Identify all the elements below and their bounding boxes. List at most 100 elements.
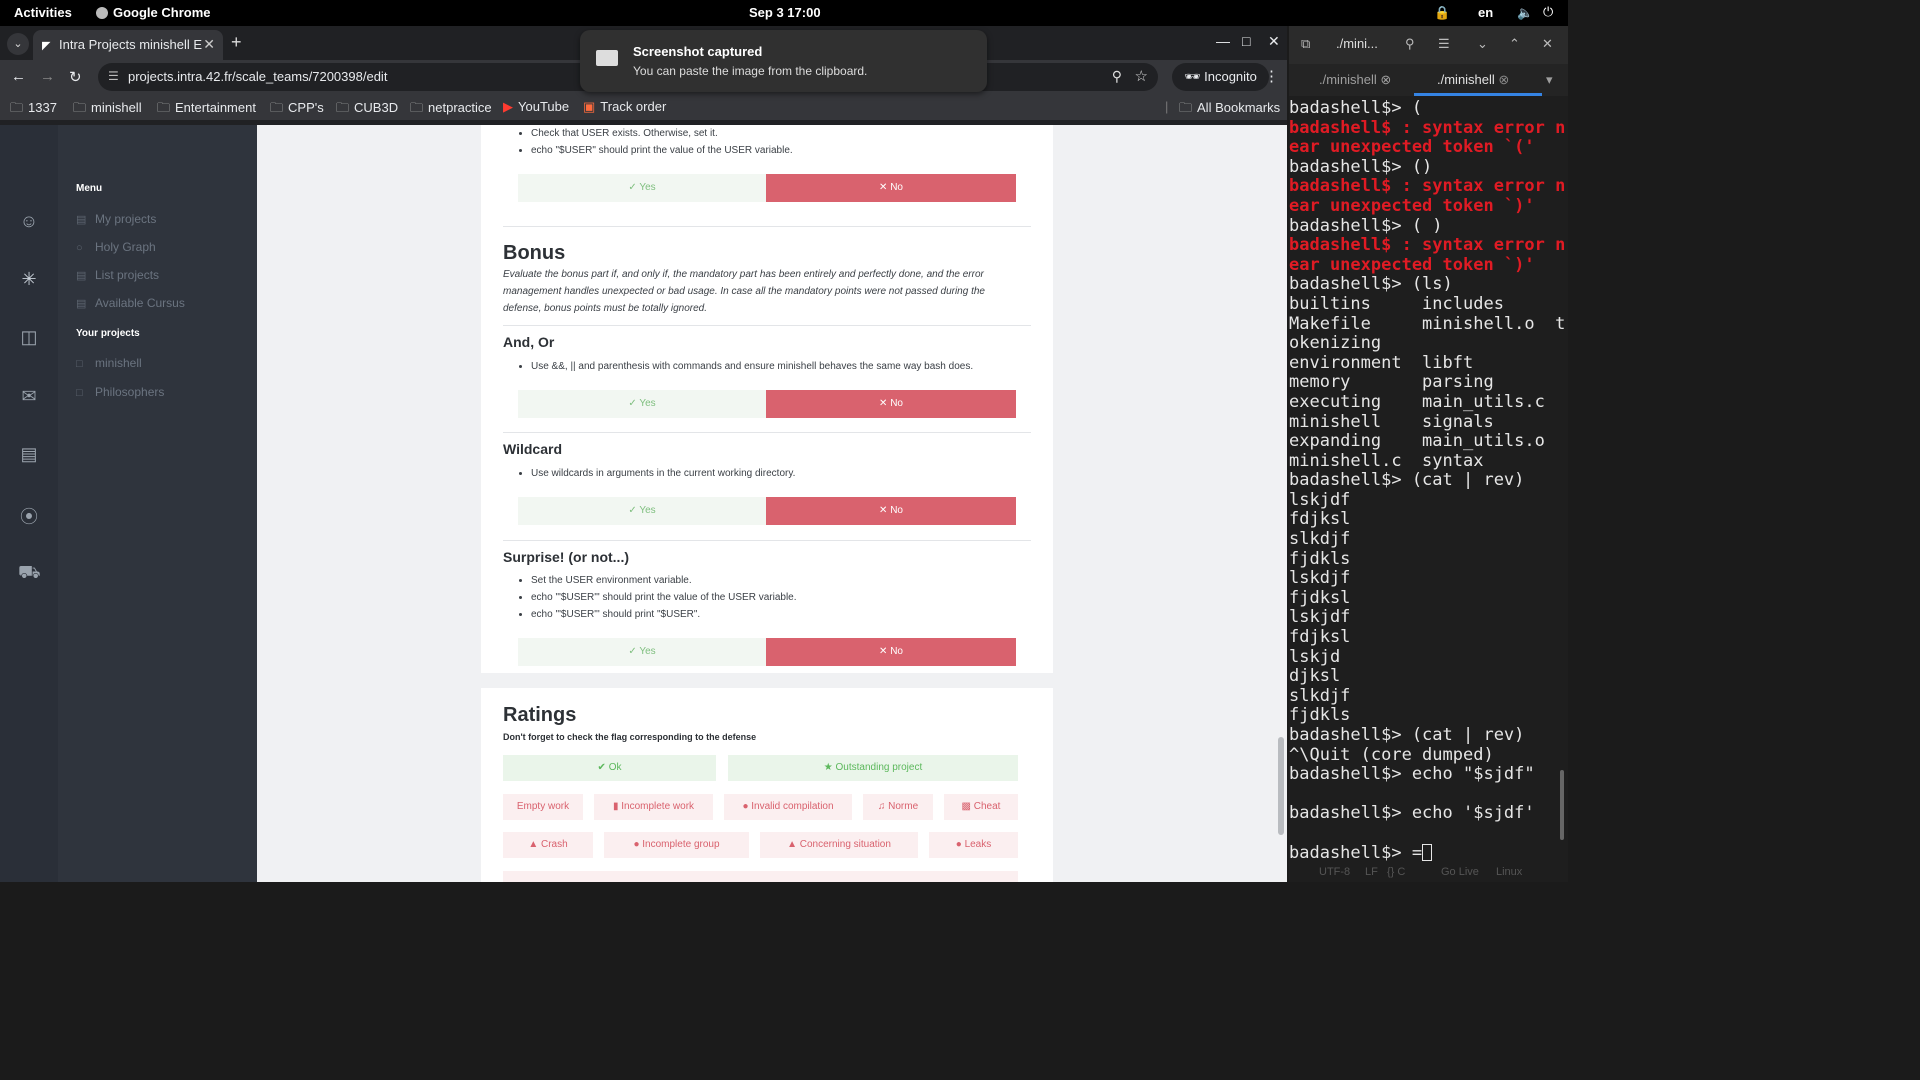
file-icon: ▮ <box>612 801 622 812</box>
bookmark-folder[interactable]: 🗀 CUB3D <box>336 99 398 121</box>
terminal-tab[interactable]: ./minishell ⊗ <box>1319 72 1391 88</box>
terminal-line: badashell$ : syntax error n <box>1289 235 1566 256</box>
back-icon[interactable]: ← <box>11 68 26 85</box>
leaks-flag-button[interactable]: ● Leaks <box>929 832 1018 858</box>
close-window-icon[interactable]: ✕ <box>1268 33 1280 50</box>
page-scrollbar[interactable] <box>1275 125 1287 882</box>
holy-graph-icon[interactable]: ✳ <box>18 269 40 291</box>
close-tab-icon[interactable]: ⊗ <box>1495 72 1509 87</box>
ok-flag-button[interactable]: ✔ Ok <box>503 755 716 781</box>
menu-item-available-cursus[interactable]: ▤ Available Cursus <box>76 296 185 310</box>
minimize-icon[interactable]: — <box>1216 33 1230 49</box>
app-menu[interactable]: Google Chrome <box>96 5 211 20</box>
terminal-line: badashell$> (cat | rev) <box>1289 725 1525 745</box>
cross-icon: ✕ <box>879 398 891 409</box>
forward-icon[interactable]: → <box>40 68 55 85</box>
menu-item-label: Available Cursus <box>95 296 185 310</box>
no-button[interactable]: ✕ No <box>766 174 1016 202</box>
browser-tab[interactable]: ◤ Intra Projects minishell E ✕ <box>33 30 223 60</box>
companies-icon[interactable]: ▤ <box>18 444 40 466</box>
forbidden-function-flag-button[interactable] <box>503 871 1018 882</box>
bookmark-track-order[interactable]: ▣ Track order <box>583 99 666 115</box>
menu-item-label: List projects <box>95 268 160 282</box>
profile-icon[interactable]: ☺ <box>18 211 40 233</box>
reload-icon[interactable]: ↻ <box>69 68 82 86</box>
close-tab-icon[interactable]: ⊗ <box>1377 72 1391 87</box>
chevron-up-icon[interactable]: ⌃ <box>1509 36 1520 52</box>
terminal-scrollbar[interactable] <box>1560 770 1564 840</box>
bookmark-folder[interactable]: 🗀 minishell <box>73 99 142 121</box>
elearning-icon[interactable]: ◫ <box>18 327 40 349</box>
clock[interactable]: Sep 3 17:00 <box>749 5 821 20</box>
chrome-menu-icon[interactable]: ⋮ <box>1264 67 1279 85</box>
menu-header: Menu <box>76 183 103 194</box>
scrollbar-thumb[interactable] <box>1278 737 1284 835</box>
tab-search-button[interactable]: ⌄ <box>7 33 29 55</box>
text-cursor <box>1422 843 1433 861</box>
terminal-tabs: ./minishell ⊗ ./minishell ⊗ ▾ <box>1289 64 1568 96</box>
hamburger-menu-icon[interactable]: ☰ <box>1438 36 1450 52</box>
divider <box>503 226 1031 227</box>
menu-item-list-projects[interactable]: ▤ List projects <box>76 268 159 282</box>
terminal-line: badashell$> () <box>1289 156 1433 177</box>
forum-icon[interactable]: ✉ <box>18 386 40 408</box>
menu-item-my-projects[interactable]: ▤ My projects <box>76 212 156 226</box>
activities-button[interactable]: Activities <box>14 5 72 20</box>
menu-item-holy-graph[interactable]: ○ Holy Graph <box>76 240 156 254</box>
close-tab-icon[interactable]: ✕ <box>203 36 215 53</box>
cheat-flag-button[interactable]: ▩ Cheat <box>944 794 1018 820</box>
crash-flag-button[interactable]: ▲ Crash <box>503 832 593 858</box>
bookmark-folder[interactable]: 🗀 Entertainment <box>157 99 256 121</box>
bookmark-star-icon[interactable]: ☆ <box>1135 67 1148 85</box>
terminal-line: badashell$> echo '$sjdf' <box>1289 803 1535 824</box>
incomplete-group-flag-button[interactable]: ● Incomplete group <box>604 832 749 858</box>
terminal-line: lskdjf <box>1289 568 1351 589</box>
screenshot-notification[interactable]: Screenshot captured You can paste the im… <box>580 30 987 92</box>
shop-icon[interactable]: ⛟ <box>18 562 41 584</box>
close-icon[interactable]: ✕ <box>1542 36 1553 52</box>
terminal-line: fjdkls <box>1289 705 1351 726</box>
web-page: ☺ ✳ ◫ ✉ ▤ ⦿ ⛟ Menu ▤ My projects ○ Holy Gr… <box>0 125 1287 882</box>
no-button[interactable]: ✕ No <box>766 638 1016 666</box>
outstanding-flag-button[interactable]: ★ Outstanding project <box>728 755 1018 781</box>
all-bookmarks-folder[interactable]: 🗀 All Bookmarks <box>1179 99 1280 121</box>
power-icon[interactable]: ⏻ <box>1543 4 1553 20</box>
no-button[interactable]: ✕ No <box>766 390 1016 418</box>
yes-button[interactable]: ✓ Yes <box>518 390 766 418</box>
bookmark-folder[interactable]: 🗀 CPP's <box>270 99 324 121</box>
incognito-indicator[interactable]: 🕶 Incognito <box>1172 63 1269 91</box>
bookmark-folder[interactable]: 🗀 netpractice <box>410 99 492 121</box>
yes-button[interactable]: ✓ Yes <box>518 497 766 525</box>
new-tab-button[interactable]: + <box>231 32 242 53</box>
zoom-icon[interactable]: ⚲ <box>1112 68 1122 85</box>
project-item-minishell[interactable]: □ minishell <box>76 356 142 370</box>
search-icon[interactable]: ⚲ <box>1405 36 1415 52</box>
terminal-output[interactable]: badashell$> (badashell$ : syntax error n… <box>1289 99 1568 867</box>
norme-flag-button[interactable]: ♫ Norme <box>863 794 933 820</box>
incomplete-work-flag-button[interactable]: ▮ Incomplete work <box>594 794 713 820</box>
tab-list-icon[interactable]: ▾ <box>1546 72 1553 88</box>
terminal-tab-active[interactable]: ./minishell ⊗ <box>1437 72 1509 88</box>
terminal-line: environment libft <box>1289 352 1474 373</box>
bookmark-folder[interactable]: 🗀 1337 <box>10 99 57 121</box>
wildcard-title: Wildcard <box>503 441 562 457</box>
maximize-icon[interactable]: □ <box>1242 33 1250 49</box>
bookmark-youtube[interactable]: ▶ YouTube <box>503 99 569 115</box>
yes-button[interactable]: ✓ Yes <box>518 638 766 666</box>
wildcard-bullets: Use wildcards in arguments in the curren… <box>531 468 795 485</box>
chevron-down-icon[interactable]: ⌄ <box>1477 36 1488 52</box>
project-item-philosophers[interactable]: □ Philosophers <box>76 385 164 399</box>
check-icon: ✔ <box>597 762 609 773</box>
compass-icon[interactable]: ⦿ <box>18 503 40 527</box>
yes-button[interactable]: ✓ Yes <box>518 174 766 202</box>
ok-label: Ok <box>608 762 622 773</box>
concerning-situation-flag-button[interactable]: ▲ Concerning situation <box>760 832 918 858</box>
volume-icon[interactable]: 🔈 <box>1517 5 1533 21</box>
no-button[interactable]: ✕ No <box>766 497 1016 525</box>
empty-work-flag-button[interactable]: Empty work <box>503 794 583 820</box>
site-info-icon[interactable]: ☰ <box>108 69 119 83</box>
language-indicator[interactable]: en <box>1478 5 1493 20</box>
invalid-compilation-flag-button[interactable]: ● Invalid compilation <box>724 794 852 820</box>
new-tab-icon[interactable]: ⧉ <box>1301 36 1310 52</box>
